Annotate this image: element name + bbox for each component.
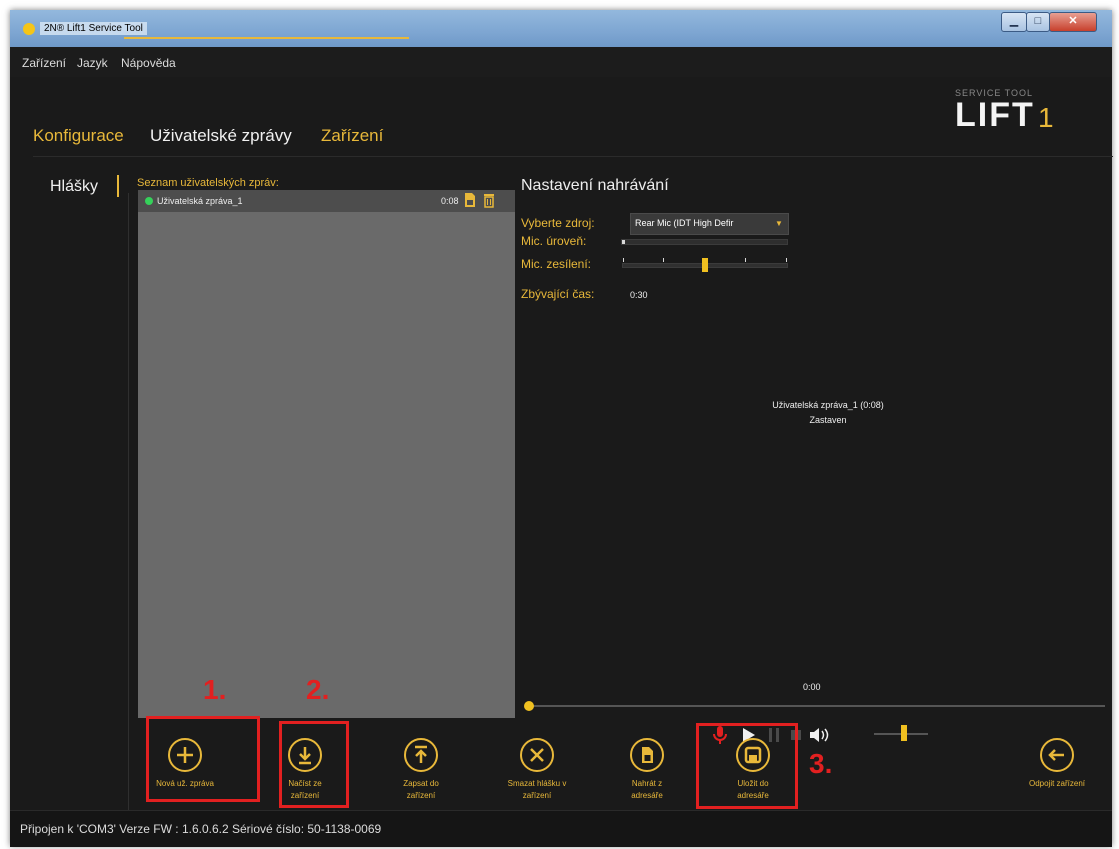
upload-from-folder-button[interactable]: Nahrát z adresáře [602, 732, 692, 807]
annotation-number-2: 2. [306, 674, 330, 705]
slider-tick [745, 258, 746, 262]
maximize-button[interactable]: □ [1026, 12, 1050, 32]
sidebar-item-hlasky[interactable]: Hlášky [50, 178, 98, 196]
menu-napoveda[interactable]: Nápověda [121, 56, 176, 70]
source-select[interactable]: Rear Mic (IDT High Defir ▼ [630, 213, 789, 235]
status-bar: Připojen k 'COM3' Verze FW : 1.6.0.6.2 S… [10, 810, 1112, 847]
active-tab-indicator [124, 37, 409, 39]
annotation-number-3: 3. [809, 748, 833, 779]
menu-jazyk[interactable]: Jazyk [77, 56, 108, 70]
title-bar: 2N® Lift1 Service Tool ▁ □ ✕ [10, 10, 1112, 47]
mic-gain-label: Mic. zesílení: [521, 257, 592, 271]
mic-gain-slider[interactable] [622, 258, 788, 272]
mic-level-label: Mic. úroveň: [521, 234, 587, 248]
slider-tick [663, 258, 664, 262]
tab-uzivatelske-zpravy[interactable]: Uživatelské zprávy [150, 126, 292, 146]
slider-handle[interactable] [702, 258, 708, 272]
app-icon [23, 23, 35, 35]
mic-level-meter [621, 239, 788, 245]
x-icon [530, 748, 544, 762]
sidebar-divider [128, 193, 129, 813]
message-list-title: Seznam uživatelských zpráv: [137, 177, 279, 189]
delete-from-device-button[interactable]: Smazat hlášku v zařízení [492, 732, 582, 807]
slider-tick [786, 258, 787, 262]
playback-progress-track[interactable] [528, 705, 1105, 707]
message-name: Uživatelská zpráva_1 [157, 196, 243, 206]
upload-icon [415, 745, 427, 763]
close-button[interactable]: ✕ [1049, 12, 1097, 32]
slider-tick [623, 258, 624, 262]
message-duration: 0:08 [441, 196, 459, 206]
volume-icon[interactable] [809, 725, 833, 745]
remaining-time-value: 0:30 [630, 290, 648, 300]
recording-settings-title: Nastavení nahrávání [521, 177, 669, 194]
arrow-left-icon [1048, 749, 1064, 761]
highlight-box-2 [279, 721, 349, 808]
now-playing: Uživatelská zpráva_1 (0:08) [772, 400, 884, 410]
tab-konfigurace[interactable]: Konfigurace [33, 126, 124, 146]
status-dot [145, 197, 153, 205]
window-title: 2N® Lift1 Service Tool [40, 22, 147, 35]
tabs-divider [33, 156, 1113, 157]
playback-progress-knob[interactable] [524, 701, 534, 711]
write-to-device-button[interactable]: Zapsat do zařízení [376, 732, 466, 807]
source-label: Vyberte zdroj: [521, 216, 595, 230]
player-state: Zastaven [809, 415, 847, 425]
playback-position: 0:00 [803, 682, 821, 692]
message-list[interactable]: Uživatelská zpráva_1 0:08 [138, 190, 515, 718]
list-item[interactable]: Uživatelská zpráva_1 0:08 [138, 190, 515, 212]
disconnect-device-button[interactable]: Odpojit zařízení [1012, 732, 1102, 807]
file-icon[interactable] [464, 192, 476, 208]
annotation-number-1: 1. [203, 674, 227, 705]
highlight-box-3 [696, 723, 798, 809]
app-window: 2N® Lift1 Service Tool ▁ □ ✕ Zařízení Ja… [10, 10, 1113, 847]
menu-bar: Zařízení Jazyk Nápověda [10, 47, 1112, 77]
trash-icon[interactable] [483, 192, 495, 208]
chevron-down-icon: ▼ [775, 219, 783, 228]
minimize-button[interactable]: ▁ [1001, 12, 1027, 32]
tab-zarizeni[interactable]: Zařízení [321, 126, 383, 146]
menu-zarizeni[interactable]: Zařízení [22, 56, 66, 70]
file-icon [642, 747, 653, 763]
highlight-box-1 [146, 716, 260, 802]
remaining-time-label: Zbývající čas: [521, 287, 595, 301]
lift1-logo: SERVICE TOOL LIFT 1 [955, 88, 1054, 134]
connection-status: Připojen k 'COM3' Verze FW : 1.6.0.6.2 S… [20, 822, 382, 836]
sidebar-active-indicator [117, 175, 119, 197]
volume-slider-handle[interactable] [901, 725, 907, 741]
mic-level-fill [622, 240, 625, 244]
